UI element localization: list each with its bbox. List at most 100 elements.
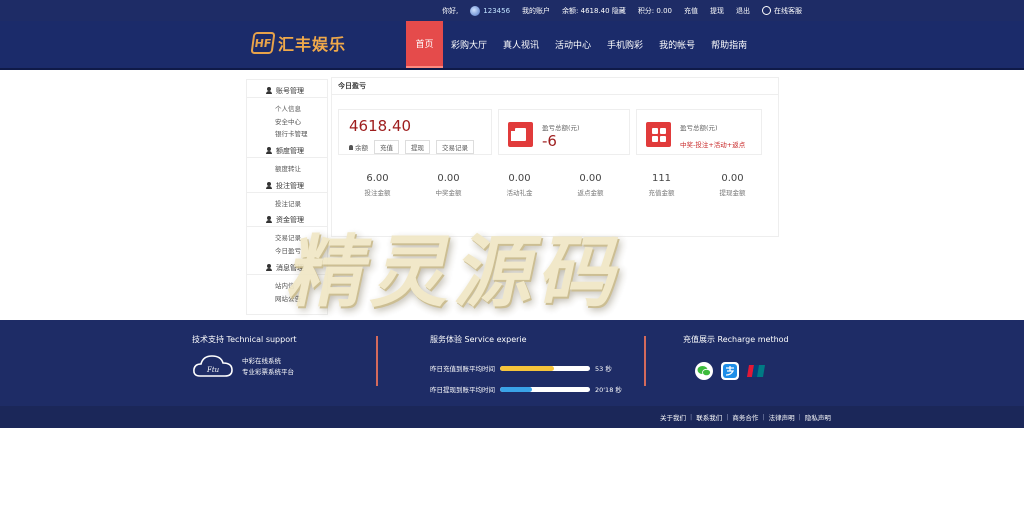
- nav-item-mobile[interactable]: 手机购彩: [599, 21, 651, 68]
- link-privacy[interactable]: 隐私声明: [805, 412, 831, 422]
- my-account-link[interactable]: 我的账户: [522, 6, 550, 16]
- svg-text:Ftu: Ftu: [206, 366, 220, 374]
- user-icon: [266, 147, 272, 154]
- link-legal[interactable]: 法律声明: [769, 412, 795, 422]
- balance-hide-link[interactable]: 隐藏: [612, 7, 626, 15]
- greeting: 你好,: [442, 6, 459, 15]
- footer: 技术支持 Technical support Ftu 中彩在线系统 专业彩票系统…: [0, 320, 1024, 406]
- balance-actions: 余额 充值 提现 交易记录: [349, 140, 474, 154]
- sidebar-item-security[interactable]: 安全中心: [247, 116, 327, 129]
- sidebar-group-bets: 投注管理 投注记录: [247, 179, 327, 211]
- service-title: 服务体验 Service experie: [430, 335, 527, 344]
- alipay-icon: [721, 362, 739, 380]
- payment-methods: [695, 362, 765, 380]
- sidebar-item-profile[interactable]: 个人信息: [247, 103, 327, 116]
- link-contact-us[interactable]: 联系我们: [696, 412, 722, 422]
- cloud-icon: Ftu: [193, 355, 233, 377]
- recharge-title: 充值展示 Recharge method: [683, 335, 789, 344]
- profit-card: 盈亏总额(元) -6: [498, 109, 630, 155]
- sidebar-item-credit-transfer[interactable]: 额度转让: [247, 163, 327, 176]
- username: 123456: [483, 6, 511, 15]
- bottom-bar: 关于我们 | 联系我们 | 商务合作 | 法律声明 | 隐私声明: [0, 406, 1024, 428]
- deposit-progress-fill: [500, 365, 554, 371]
- unionpay-icon: [747, 362, 765, 380]
- user-icon: [266, 264, 272, 271]
- sidebar-group-account: 账号管理 个人信息 安全中心 银行卡管理: [247, 84, 327, 141]
- user-icon: [266, 87, 272, 94]
- balance-amount: 4618.40: [349, 117, 412, 135]
- user-icon: [266, 216, 272, 223]
- link-business[interactable]: 商务合作: [732, 412, 758, 422]
- withdraw-progress-fill: [500, 386, 532, 392]
- brand-logo[interactable]: HF 汇丰娱乐: [250, 31, 347, 55]
- wechat-pay-icon: [695, 362, 713, 380]
- watermark: 精灵源码: [280, 227, 637, 318]
- sidebar-head-account[interactable]: 账号管理: [247, 84, 327, 98]
- sidebar-item-bet-records[interactable]: 投注记录: [247, 198, 327, 211]
- stat-bet-amount: 6.00 投注金额: [364, 173, 391, 197]
- stat-recharge-amount: 111 充值金额: [648, 173, 675, 197]
- points-info: 积分: 0.00: [637, 6, 672, 15]
- withdraw-time-value: 20'18 秒: [595, 386, 622, 394]
- document-icon: [508, 122, 533, 147]
- nav-item-lottery-hall[interactable]: 彩购大厅: [443, 21, 495, 68]
- formula-label: 盈亏总额(元): [680, 124, 718, 132]
- balance-card: 4618.40 余额 充值 提现 交易记录: [338, 109, 492, 155]
- footer-recharge: 充值展示 Recharge method: [683, 334, 789, 380]
- sidebar-group-credit: 额度管理 额度转让: [247, 144, 327, 176]
- nav-item-live-casino[interactable]: 真人视讯: [495, 21, 547, 68]
- recharge-link[interactable]: 充值: [684, 6, 698, 16]
- footer-divider: [376, 336, 378, 386]
- sidebar-head-bets[interactable]: 投注管理: [247, 179, 327, 193]
- balance-value: 4618.40: [580, 6, 610, 15]
- profit-label: 盈亏总额(元): [542, 124, 580, 132]
- sidebar-item-bank-cards[interactable]: 银行卡管理: [247, 128, 327, 141]
- points-value: 0.00: [656, 6, 672, 15]
- profit-value: -6: [542, 132, 557, 150]
- nav-item-help[interactable]: 帮助指南: [703, 21, 755, 68]
- deposit-time-row: 昨日充值到账平均时间 53 秒: [430, 365, 612, 373]
- logo-icon: HF: [250, 32, 276, 54]
- brand-name: 汇丰娱乐: [278, 35, 347, 54]
- link-about-us[interactable]: 关于我们: [660, 412, 686, 422]
- stat-win-amount: 0.00 中奖金额: [435, 173, 462, 197]
- withdraw-time-row: 昨日提现到账平均时间 20'18 秒: [430, 386, 622, 394]
- stat-withdraw-amount: 0.00 提现金额: [719, 173, 746, 197]
- footer-support: 技术支持 Technical support Ftu 中彩在线系统 专业彩票系统…: [192, 334, 297, 377]
- balance-label: 余额: [349, 142, 368, 152]
- headset-icon: [762, 6, 771, 15]
- logout-link[interactable]: 退出: [736, 6, 750, 16]
- transaction-records-button[interactable]: 交易记录: [436, 140, 474, 154]
- formula-card: 盈亏总额(元) 中奖-投注+活动+返点: [636, 109, 762, 155]
- bottom-links: 关于我们 | 联系我们 | 商务合作 | 法律声明 | 隐私声明: [660, 412, 831, 422]
- support-title: 技术支持 Technical support: [192, 335, 297, 344]
- footer-service: 服务体验 Service experie 昨日充值到账平均时间 53 秒 昨日提…: [430, 334, 622, 394]
- user-icon: [349, 144, 353, 150]
- grid-icon: [646, 122, 671, 147]
- withdraw-progress-bar: [500, 386, 590, 392]
- recharge-button[interactable]: 充值: [374, 140, 399, 154]
- nav-item-my-account[interactable]: 我的帐号: [651, 21, 703, 68]
- nav-item-activities[interactable]: 活动中心: [547, 21, 599, 68]
- footer-divider: [644, 336, 646, 386]
- withdraw-link[interactable]: 提现: [710, 6, 724, 16]
- nav-menu: 首页 彩购大厅 真人视讯 活动中心 手机购彩 我的帐号 帮助指南: [406, 21, 755, 68]
- stat-rebate-amount: 0.00 返点金额: [577, 173, 604, 197]
- balance-info: 余额: 4618.40 隐藏: [562, 6, 626, 15]
- nav-item-home[interactable]: 首页: [406, 21, 443, 68]
- avatar: [470, 5, 481, 16]
- customer-service-link[interactable]: 在线客服: [762, 6, 802, 16]
- sidebar-head-credit[interactable]: 额度管理: [247, 144, 327, 158]
- deposit-time-value: 53 秒: [595, 365, 612, 373]
- main-nav: HF 汇丰娱乐 首页 彩购大厅 真人视讯 活动中心 手机购彩 我的帐号 帮助指南: [0, 21, 1024, 70]
- top-bar-row: 你好, 123456 我的账户 余额: 4618.40 隐藏 积分: 0.00 …: [442, 0, 802, 21]
- formula-text: 中奖-投注+活动+返点: [680, 141, 746, 149]
- stats-row: 6.00 投注金额 0.00 中奖金额 0.00 活动礼金 0.00 返点金额 111 充…: [342, 173, 768, 197]
- panel-title: 今日盈亏: [332, 78, 778, 95]
- withdraw-button[interactable]: 提现: [405, 140, 430, 154]
- user-info[interactable]: 123456: [470, 5, 511, 16]
- user-icon: [266, 182, 272, 189]
- deposit-progress-bar: [500, 365, 590, 371]
- support-text: 中彩在线系统 专业彩票系统平台: [242, 357, 294, 376]
- top-bar: 你好, 123456 我的账户 余额: 4618.40 隐藏 积分: 0.00 …: [0, 0, 1024, 21]
